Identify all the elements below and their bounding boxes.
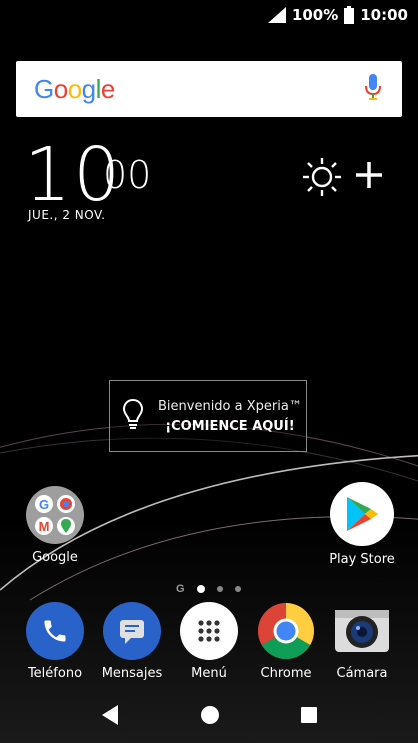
dock-app-messages[interactable]: Mensajes [92,602,172,681]
dock-app-phone[interactable]: Teléfono [15,602,95,681]
welcome-cta: ¡COMIENCE AQUÍ! [165,418,295,434]
navigation-bar [0,690,418,743]
status-time: 10:00 [360,6,408,24]
app-drawer-icon [180,602,238,660]
app-label: Teléfono [27,666,83,681]
status-bar: 100% 10:00 [0,0,418,30]
clock-minutes[interactable]: 00 [103,156,151,194]
svg-text:M: M [39,519,50,534]
google-logo: Google [34,73,115,104]
google-folder[interactable]: G M Google [15,486,95,565]
add-widget-icon[interactable] [354,160,384,194]
back-button[interactable] [100,704,120,730]
page-dot-active [196,585,205,593]
svg-text:G: G [39,497,49,512]
camera-icon [333,602,391,660]
battery-percent: 100% [291,6,339,24]
app-label: Mensajes [101,666,163,681]
signal-icon [267,7,286,23]
page-dot [234,586,241,592]
messages-icon [103,602,161,660]
google-search-bar[interactable]: Google [16,61,402,117]
microphone-icon[interactable] [364,73,382,105]
sun-icon[interactable] [302,157,342,201]
lightbulb-icon [122,398,144,434]
play-store-icon [330,482,394,546]
battery-icon [344,6,355,24]
dock-app-chrome[interactable]: Chrome [246,602,326,681]
welcome-title: Bienvenido a Xperia™ [158,398,302,414]
page-dot [216,586,223,592]
home-button[interactable] [200,705,220,729]
chrome-icon [257,602,315,660]
app-label: Menú [191,666,227,681]
app-label: Google [32,550,78,565]
google-page-indicator: G [176,583,185,595]
recent-apps-button[interactable] [300,706,318,728]
google-folder-icon: G M [26,486,84,544]
app-label: Cámara [336,666,388,681]
dock-app-menu[interactable]: Menú [169,602,249,681]
welcome-xperia-box[interactable]: Bienvenido a Xperia™ ¡COMIENCE AQUÍ! [109,380,307,452]
app-label: Chrome [260,666,312,681]
play-store-app[interactable]: Play Store [322,482,402,567]
page-indicator[interactable]: G [176,583,241,595]
dock-app-camera[interactable]: Cámara [322,602,402,681]
app-label: Play Store [329,552,395,567]
clock-date: JUE., 2 NOV. [28,208,106,222]
phone-icon [26,602,84,660]
